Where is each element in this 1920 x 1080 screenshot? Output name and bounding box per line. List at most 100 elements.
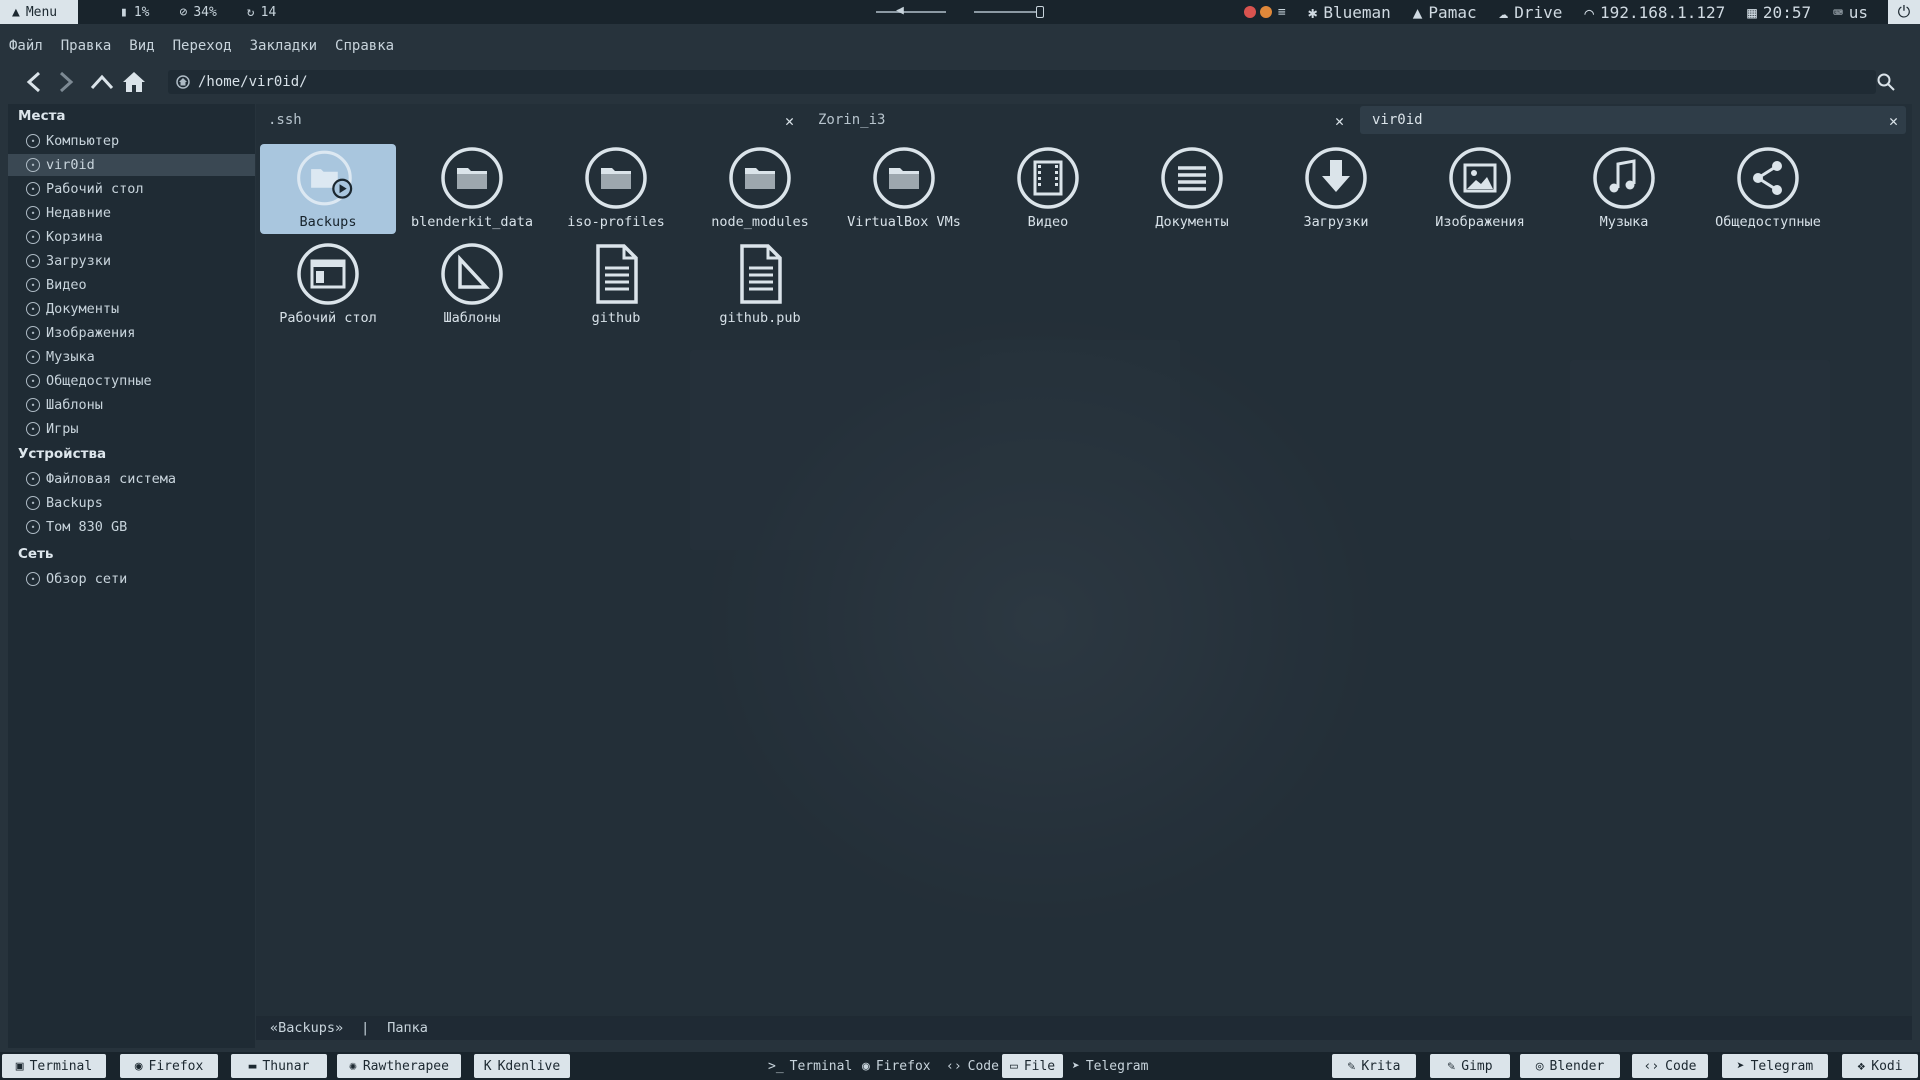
file-item[interactable]: github.pub (692, 240, 828, 330)
sidebar-item[interactable]: • Обзор сети (8, 568, 255, 590)
window-telegram[interactable]: ➤ Telegram (1072, 1054, 1148, 1078)
power-button[interactable]: ⏻ (1888, 0, 1920, 24)
window-firefox[interactable]: ◉ Firefox (862, 1054, 931, 1078)
text-file-icon (584, 242, 648, 306)
sidebar-item[interactable]: • Изображения (8, 322, 255, 344)
terminal-icon: ▣ (15, 1058, 24, 1074)
brightness-slider[interactable] (974, 11, 1044, 13)
pamac-indicator[interactable]: ▲ Pamac (1413, 3, 1477, 22)
clock[interactable]: ▦ 20:57 (1747, 3, 1811, 22)
file-item[interactable]: Загрузки (1268, 144, 1404, 234)
window-file[interactable]: ▭ File (1002, 1054, 1064, 1078)
sidebar-item[interactable]: • Недавние (8, 202, 255, 224)
volume-icon: ◀ (896, 3, 904, 18)
menu-bookmarks[interactable]: Закладки (249, 36, 318, 58)
taskbar-kdenlive[interactable]: K Kdenlive (474, 1054, 570, 1078)
taskbar-firefox[interactable]: ◉ Firefox (120, 1054, 218, 1078)
bluetooth-indicator[interactable]: ✱ Blueman (1308, 3, 1391, 22)
sidebar-item[interactable]: • Том 830 GB (8, 516, 255, 538)
sidebar-item[interactable]: • Загрузки (8, 250, 255, 272)
file-item[interactable]: VirtualBox VMs (836, 144, 972, 234)
window-terminal[interactable]: >_ Terminal (768, 1054, 852, 1078)
menu-file[interactable]: Файл (8, 36, 44, 58)
sidebar-item[interactable]: • Файловая система (8, 468, 255, 490)
sidebar-item-label: vir0id (46, 157, 95, 173)
taskbar-terminal[interactable]: ▣ Terminal (2, 1054, 106, 1078)
file-item[interactable]: Backups (260, 144, 396, 234)
file-item[interactable]: node_modules (692, 144, 828, 234)
home-icon: • (26, 158, 40, 172)
menu-edit[interactable]: Правка (60, 36, 113, 58)
window-code[interactable]: ‹› Code (946, 1054, 999, 1078)
file-item-label: blenderkit_data (411, 214, 533, 230)
taskbar-label: Terminal (29, 1058, 93, 1074)
bluetooth-icon: ✱ (1307, 2, 1318, 22)
folder-icon: ▭ (1010, 1058, 1018, 1074)
tab-zorin-i3[interactable]: Zorin_i3 ✕ (806, 106, 1352, 134)
forward-button[interactable] (54, 70, 78, 94)
taskbar-telegram[interactable]: ➤ Telegram (1722, 1054, 1828, 1078)
tray-app-icon[interactable] (1243, 6, 1256, 18)
file-item[interactable]: Общедоступные (1700, 144, 1836, 234)
notifications-icon[interactable]: ≡ (1278, 5, 1286, 20)
tray-app-icon[interactable] (1259, 6, 1272, 18)
taskbar-thunar[interactable]: ▬ Thunar (231, 1054, 327, 1078)
taskbar-blender[interactable]: ◎ Blender (1520, 1054, 1620, 1078)
tab-ssh[interactable]: .ssh ✕ (256, 106, 802, 134)
close-icon[interactable]: ✕ (785, 112, 794, 130)
video-folder-icon (1016, 146, 1080, 210)
taskbar-kodi[interactable]: ❖ Kodi (1842, 1054, 1918, 1078)
volume-slider[interactable] (876, 11, 946, 13)
menu-button[interactable]: ▲ Menu (0, 0, 78, 24)
sidebar-item[interactable]: • Документы (8, 298, 255, 320)
cpu-value: 1% (133, 4, 150, 20)
file-item[interactable]: Музыка (1556, 144, 1692, 234)
search-button[interactable] (1874, 70, 1898, 94)
sidebar-item[interactable]: • Рабочий стол (8, 178, 255, 200)
tab-vir0id[interactable]: vir0id ✕ (1360, 106, 1906, 134)
back-button[interactable] (22, 70, 46, 94)
network-indicator[interactable]: ⌒ 192.168.1.127 (1584, 3, 1725, 22)
file-item[interactable]: Видео (980, 144, 1116, 234)
sidebar-item[interactable]: • vir0id (8, 154, 255, 176)
menu-view[interactable]: Вид (128, 36, 155, 58)
close-icon[interactable]: ✕ (1889, 112, 1898, 130)
status-name: «Backups» (270, 1020, 344, 1036)
sidebar-item[interactable]: • Корзина (8, 226, 255, 248)
sidebar-item[interactable]: • Компьютер (8, 130, 255, 152)
taskbar-rawtherapee[interactable]: ✺ Rawtherapee (337, 1054, 461, 1078)
file-item[interactable]: Рабочий стол (260, 240, 396, 330)
menubar: Файл Правка Вид Переход Закладки Справка (8, 36, 395, 58)
sidebar-item[interactable]: • Общедоступные (8, 370, 255, 392)
file-item[interactable]: blenderkit_data (404, 144, 540, 234)
parent-folder-button[interactable] (90, 70, 114, 94)
sidebar-item[interactable]: • Видео (8, 274, 255, 296)
location-bar[interactable]: /home/vir0id/ (168, 70, 1876, 94)
file-item[interactable]: Изображения (1412, 144, 1548, 234)
sidebar-item[interactable]: • Игры (8, 418, 255, 440)
file-item[interactable]: iso-profiles (548, 144, 684, 234)
arrow-right-icon (59, 71, 74, 93)
taskbar-code[interactable]: ‹› Code (1632, 1054, 1708, 1078)
sidebar-item-label: Недавние (46, 205, 112, 221)
sidebar-item[interactable]: • Шаблоны (8, 394, 255, 416)
file-item[interactable]: github (548, 240, 684, 330)
taskbar-gimp[interactable]: ✎ Gimp (1430, 1054, 1510, 1078)
brightness-slider-knob[interactable] (1036, 6, 1044, 18)
music-folder-icon (1592, 146, 1656, 210)
menu-go[interactable]: Переход (172, 36, 233, 58)
keyboard-layout[interactable]: ⌨ us (1833, 3, 1868, 22)
sidebar-item[interactable]: • Музыка (8, 346, 255, 368)
close-icon[interactable]: ✕ (1335, 112, 1344, 130)
disk-indicator[interactable]: ⊘ 34% (179, 5, 216, 20)
downloads-folder-icon (1304, 146, 1368, 210)
home-button[interactable] (122, 70, 146, 94)
file-item[interactable]: Шаблоны (404, 240, 540, 330)
drive-indicator[interactable]: ☁ Drive (1499, 3, 1563, 22)
taskbar-krita[interactable]: ✎ Krita (1332, 1054, 1416, 1078)
menu-help[interactable]: Справка (334, 36, 395, 58)
updates-indicator[interactable]: ↻ 14 (247, 5, 276, 20)
file-item[interactable]: Документы (1124, 144, 1260, 234)
sidebar-item[interactable]: • Backups (8, 492, 255, 514)
cpu-indicator[interactable]: ▮ 1% (120, 5, 149, 20)
